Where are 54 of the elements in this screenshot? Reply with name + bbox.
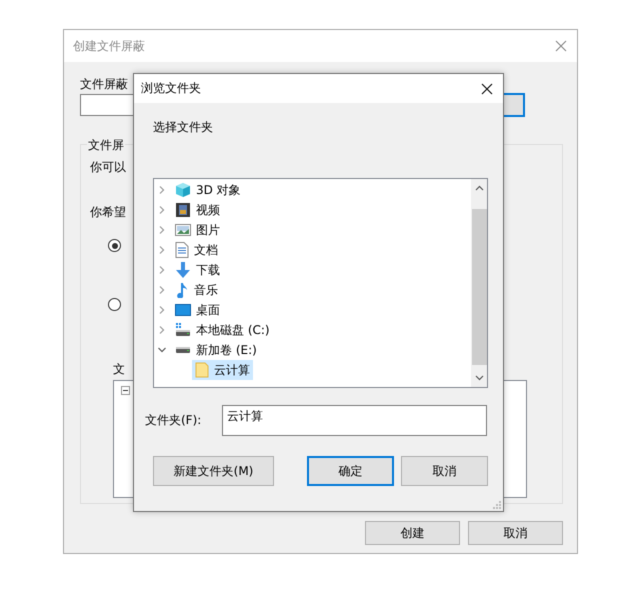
document-icon xyxy=(175,242,189,258)
expand-chevron-icon[interactable] xyxy=(158,306,166,314)
expand-chevron-icon[interactable] xyxy=(158,286,166,294)
tree-item[interactable]: 音乐 xyxy=(172,280,221,300)
tree-item[interactable]: 视频 xyxy=(172,200,223,220)
dialog-button[interactable]: 取消 xyxy=(401,456,488,486)
question-text: 你希望 xyxy=(90,204,126,221)
expand-chevron-icon[interactable] xyxy=(158,206,166,214)
folder-field[interactable]: 云计算 xyxy=(222,405,487,436)
dialog-button[interactable]: 新建文件夹(M) xyxy=(153,456,274,486)
dialog-button[interactable]: 创建 xyxy=(365,521,460,545)
download-arrow-icon xyxy=(175,262,191,278)
folder-label: 文件夹(F): xyxy=(145,412,202,429)
radio-button[interactable] xyxy=(108,298,121,311)
tree-item[interactable]: 新加卷 (E:) xyxy=(172,340,260,360)
collapse-chevron-icon[interactable] xyxy=(158,346,166,354)
resize-grip-icon[interactable] xyxy=(492,500,501,509)
tree-item[interactable]: 图片 xyxy=(172,220,223,240)
cube-icon xyxy=(175,182,191,198)
film-icon xyxy=(175,202,191,218)
expand-chevron-icon[interactable] xyxy=(158,226,166,234)
tree-item[interactable]: 下载 xyxy=(172,260,223,280)
dialog-button[interactable]: 取消 xyxy=(468,521,563,545)
scroll-thumb[interactable] xyxy=(472,209,486,365)
scroll-down-icon[interactable] xyxy=(474,375,484,381)
folder-icon xyxy=(195,362,209,378)
dialog-button[interactable]: 确定 xyxy=(307,456,394,486)
drive-icon xyxy=(175,322,191,338)
image-icon xyxy=(175,223,191,237)
scrollbar[interactable] xyxy=(471,179,487,387)
expand-chevron-icon[interactable] xyxy=(158,186,166,194)
path-label: 文件屏蔽 xyxy=(80,76,128,93)
tree-item[interactable]: 本地磁盘 (C:) xyxy=(172,320,273,340)
expand-chevron-icon[interactable] xyxy=(158,326,166,334)
collapse-icon[interactable] xyxy=(121,386,130,395)
tree-item[interactable]: 桌面 xyxy=(172,300,223,320)
window-title: 创建文件屏蔽 xyxy=(73,38,145,54)
music-note-icon xyxy=(175,282,189,298)
tree-label: 文 xyxy=(113,361,125,378)
folder-tree[interactable]: 3D 对象 视频 图片 文档 下载 音乐 桌面 本地磁盘 (C:) 新加卷 (E:) 云计算 xyxy=(153,178,488,388)
group-title: 文件屏 xyxy=(87,137,125,154)
description-text: 你可以 xyxy=(90,159,126,176)
tree-item[interactable]: 3D 对象 xyxy=(172,180,244,200)
window-title: 浏览文件夹 xyxy=(141,80,201,97)
prompt-text: 选择文件夹 xyxy=(153,119,213,136)
scroll-up-icon[interactable] xyxy=(474,185,484,191)
close-icon[interactable] xyxy=(481,82,493,94)
tree-item[interactable]: 文档 xyxy=(172,240,221,260)
radio-button[interactable] xyxy=(108,239,121,252)
expand-chevron-icon[interactable] xyxy=(158,246,166,254)
expand-chevron-icon[interactable] xyxy=(158,266,166,274)
desktop-icon xyxy=(175,303,191,317)
drive-icon xyxy=(175,346,191,354)
tree-item[interactable]: 云计算 xyxy=(192,360,253,380)
